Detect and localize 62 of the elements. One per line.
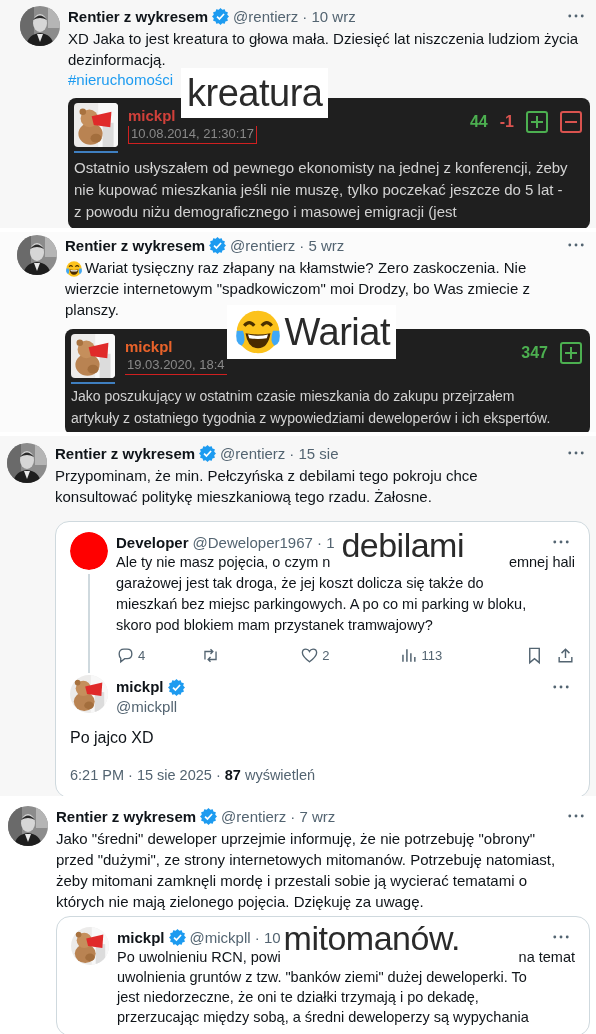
post-time[interactable]: · 7 wrz (290, 807, 336, 825)
views-button[interactable]: 113 (399, 646, 443, 665)
more-icon[interactable] (553, 540, 569, 544)
share-icon (556, 646, 575, 665)
user-name[interactable]: Rentier z wykresem (68, 7, 209, 25)
user-name[interactable]: Rentier z wykresem (55, 444, 196, 462)
downvote-button[interactable] (560, 111, 582, 133)
vote-count: 347 (521, 344, 548, 362)
more-icon[interactable] (568, 14, 584, 18)
comment-text: Jako poszukujący w ostatnim czasie mieszkania do zakupu przejrzałem artykuły z ostatniego tygodnia z wypowiedziami deweloperów i ich ekspertów. (71, 387, 552, 428)
quote-text-line: jest niedorzeczne, że oni te działki trzymają i po dekadę, (117, 988, 480, 1007)
post-time[interactable]: · 5 wrz (299, 236, 345, 254)
more-icon[interactable] (568, 243, 584, 247)
post-text: Przypominam, że min. Pełczyńska z debilami tego pokroju chce konsultować politykę mieszkaniową tego rzadu. Żałosne. (55, 466, 479, 507)
user-handle[interactable]: @mickpll · 10 (189, 928, 281, 946)
quote-text-line: Ale ty nie masz pojęcia, o czym n (116, 553, 331, 572)
quote-text-line: uwolnienia gruntów z tzw. "banków ziemi" dużej deweloperki. To (117, 968, 528, 987)
user-handle[interactable]: @rentierz (220, 444, 286, 462)
quote-text-line: garażowej jest tak droga, że jej koszt dolicza się także do (116, 574, 485, 593)
user-name[interactable]: Developer (116, 533, 189, 551)
post-time[interactable]: · 10 wrz (302, 7, 356, 25)
vote-count: 44 (469, 113, 488, 131)
user-handle[interactable]: @rentierz (230, 236, 296, 254)
user-handle[interactable]: @mickpll (116, 697, 545, 717)
like-button[interactable]: 2 (300, 646, 330, 665)
post-text: Jako "średni" deweloper uprzejmie informuję, że nie potrzebuję "obrony" przed "dużymi", ze strony internetowych mitomanów. Potrzebuję natomiast, żeby mitomani zamknęli mordę i przestali sobie ją wycierać tematami o których nie mają zielonego pojęcia. Dziękuję za uwagę. (56, 829, 556, 912)
caption-text: kreatura (187, 71, 323, 116)
user-name[interactable]: Rentier z wykresem (56, 807, 197, 825)
share-button[interactable] (556, 646, 575, 665)
caption-text: debilami (341, 525, 464, 566)
user-handle[interactable]: @rentierz (233, 7, 299, 25)
quote-text-line: skoro pod blokiem mam przystanek tramwajowy? (116, 616, 434, 635)
quote-text-line: przerzucając między sobą, a średni deweloperzy są wypychania (117, 1008, 530, 1027)
more-icon[interactable] (553, 685, 569, 689)
comment-date: 10.08.2014, 21:30:17 (128, 126, 257, 144)
comment-date: 19.03.2020, 18:4 (125, 357, 227, 375)
reply-text: Po jajco XD (70, 729, 155, 747)
user-name[interactable]: Rentier z wykresem (65, 236, 206, 254)
user-handle[interactable]: @rentierz (221, 807, 287, 825)
more-icon[interactable] (553, 935, 569, 939)
heart-icon (300, 646, 320, 665)
comment-text: Ostatnio usłyszałem od pewnego ekonomisty na jednej z konferencji, żeby nie kupować mieszkania jeśli nie muszę, tylko poczekać jeszcze do 5 lat - z powodu niżu demograficznego i masowej emigracji (jest (74, 158, 569, 222)
quote-text-line: mieszkań bez miejsc parkingowych. A po co mi parking w bloku, (116, 595, 528, 614)
post-text: XD Jaka to jest kreatura to głowa mała. Dziesięć lat niszczenia ludziom życia dezinformacją. (68, 29, 580, 70)
user-name[interactable]: mickpl (125, 338, 227, 355)
vote-count: -1 (499, 113, 514, 131)
more-icon[interactable] (568, 814, 584, 818)
user-name[interactable]: mickpl (117, 928, 165, 946)
post-timestamp: 6:21 PM · 15 sie 2025 · 87 wyświetleń (70, 767, 317, 783)
reply-button[interactable]: 4 (116, 646, 146, 665)
more-icon[interactable] (568, 451, 584, 455)
upvote-button[interactable] (526, 111, 548, 133)
bar-chart-icon (399, 646, 419, 665)
user-name[interactable]: mickpl (116, 677, 164, 697)
upvote-button[interactable] (560, 342, 582, 364)
quote-text-line: na temat (518, 948, 575, 967)
caption-text: mitomanów. (283, 918, 460, 959)
quote-text-line: emnej hali (508, 553, 575, 572)
quote-text-line: Po uwolnieniu RCN, powi (117, 948, 281, 967)
post-time[interactable]: · 15 sie (289, 444, 339, 462)
user-handle[interactable]: @Deweloper1967 · 1 (192, 533, 335, 551)
speech-bubble-icon (116, 646, 135, 665)
